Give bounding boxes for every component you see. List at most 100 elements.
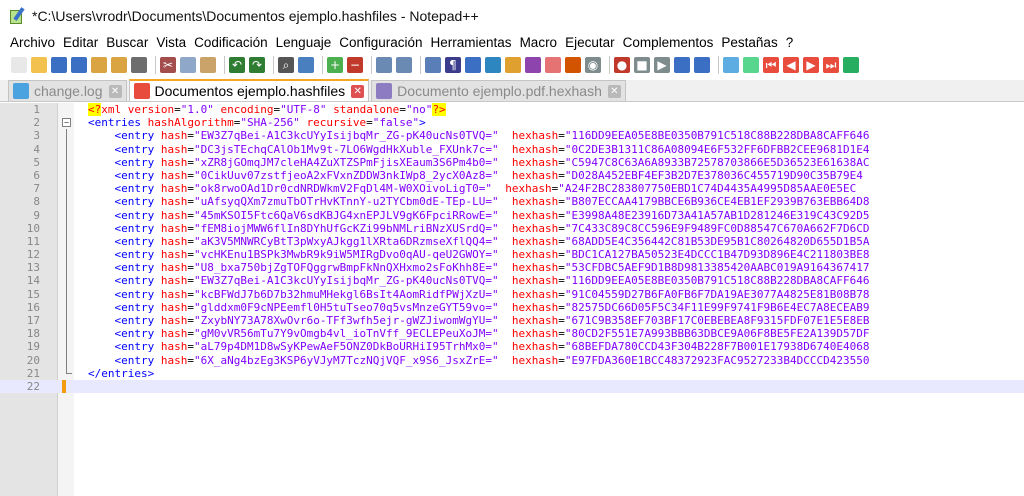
line-number: 18 bbox=[26, 327, 40, 341]
editor-line[interactable]: 6 <entry hash="0CikUuv07zstfjeoA2xFVxnZD… bbox=[0, 168, 1024, 183]
xml-attribute-name: hexhash bbox=[511, 234, 559, 248]
editor-line[interactable]: 20 <entry hash="6X_aNg4bzEg3KSP6yVJyM7Tc… bbox=[0, 353, 1024, 367]
editor-line[interactable]: 19 <entry hash="aL79p4DM1D8wSyKPewAeF5ON… bbox=[0, 340, 1024, 354]
zoom-out-button[interactable]: − bbox=[347, 57, 363, 73]
doc-map-button[interactable] bbox=[505, 57, 521, 73]
xml-attribute-name: hash bbox=[160, 300, 188, 314]
editor-line[interactable]: 13 <entry hash="U8_bxa750bjZgTOFQggrwBmp… bbox=[0, 261, 1024, 275]
line-content: <entry hash="uAfsyqQXm7zmuTbOTrHvKTnnY-u… bbox=[88, 195, 869, 209]
fold-toggle-icon[interactable]: − bbox=[62, 118, 71, 128]
show-all-characters-button[interactable]: ¶ bbox=[445, 57, 461, 73]
plugin-settings-button[interactable] bbox=[843, 57, 859, 73]
xml-tag: <entry bbox=[88, 314, 155, 327]
xml-equals: = bbox=[558, 327, 565, 341]
close-tab-icon[interactable]: ✕ bbox=[108, 84, 122, 98]
hexhash-value: "116DD9EEA05E8BE0350B791C518C88B228DBA8C… bbox=[564, 274, 870, 288]
editor-line[interactable]: 17 <entry hash="ZxybNY73A78XwOvr6o-TFf3w… bbox=[0, 314, 1024, 328]
indent-guide-button[interactable] bbox=[465, 57, 481, 73]
editor-line[interactable]: 1 <?xml version="1.0" encoding="UTF-8" st… bbox=[0, 103, 1024, 116]
menu-codificaci-n[interactable]: Codificación bbox=[194, 35, 268, 50]
editor-line[interactable]: 18 <entry hash="gM0vVR56mTu7Y9vOmgb4vl_i… bbox=[0, 327, 1024, 341]
zoom-out-icon: − bbox=[349, 58, 361, 72]
open-file-button[interactable] bbox=[31, 57, 47, 73]
editor-line[interactable]: 21 </entries> bbox=[0, 366, 1024, 380]
editor-line[interactable]: 3 <entry hash="EW3Z7qBei-A1C3kcUYyIsijbq… bbox=[0, 129, 1024, 143]
save-all-button[interactable] bbox=[71, 57, 87, 73]
user-language-button[interactable] bbox=[485, 57, 501, 73]
editor-line[interactable]: 4 <entry hash="DC3jsTEchqCAlOb1Mv9t-7LO6… bbox=[0, 142, 1024, 156]
editor-line[interactable]: 12 <entry hash="vcHKEnu1BSPk3MwbR9k9iW5M… bbox=[0, 248, 1024, 262]
hash-value: "fEM8iojMWW6flIn8DYhUfGcKZi99bNMLriBNzXU… bbox=[193, 221, 499, 235]
editor-line[interactable]: 8 <entry hash="uAfsyqQXm7zmuTbOTrHvKTnnY… bbox=[0, 195, 1024, 209]
tab-documentos-ejemplo-hashfiles[interactable]: Documentos ejemplo.hashfiles ✕ bbox=[128, 79, 370, 101]
new-file-button[interactable] bbox=[11, 57, 27, 73]
paste-button[interactable] bbox=[200, 57, 216, 73]
plugin-first-diff-button[interactable]: ⏮ bbox=[763, 57, 779, 73]
menu-vista[interactable]: Vista bbox=[156, 35, 186, 50]
plugin-compare-button[interactable] bbox=[723, 57, 739, 73]
close-tab-icon[interactable]: ✕ bbox=[351, 84, 365, 98]
word-wrap-button[interactable] bbox=[425, 57, 441, 73]
run-macro-multiple-button[interactable] bbox=[674, 57, 690, 73]
monitoring-icon: ◉ bbox=[587, 58, 599, 72]
editor-line[interactable]: 22 bbox=[0, 379, 1024, 394]
zoom-in-button[interactable]: + bbox=[327, 57, 343, 73]
editor-line[interactable]: 11 <entry hash="aK3V5MNWRCyBtT3pWxyAJkgg… bbox=[0, 234, 1024, 249]
close-tab-icon[interactable]: ✕ bbox=[607, 84, 621, 98]
menu-editar[interactable]: Editar bbox=[63, 35, 98, 50]
xml-equals: = bbox=[187, 195, 194, 209]
hash-value: "uAfsyqQXm7zmuTbOTrHvKTnnY-u2TYCbm0dE-TE… bbox=[193, 195, 499, 209]
undo-button[interactable]: ↶ bbox=[229, 57, 245, 73]
plugin-compare-clear-button[interactable] bbox=[743, 57, 759, 73]
menu-complementos[interactable]: Complementos bbox=[623, 35, 714, 50]
menu-ejecutar[interactable]: Ejecutar bbox=[565, 35, 615, 50]
editor-line[interactable]: 16 <entry hash="glddxm0F9cNPEemfl0H5tuTs… bbox=[0, 300, 1024, 314]
menu-pesta-as[interactable]: Pestañas bbox=[721, 35, 777, 50]
menu-archivo[interactable]: Archivo bbox=[10, 35, 55, 50]
editor-line[interactable]: 10 <entry hash="fEM8iojMWW6flIn8DYhUfGcK… bbox=[0, 221, 1024, 235]
fold-guide bbox=[66, 300, 67, 314]
menu-buscar[interactable]: Buscar bbox=[106, 35, 148, 50]
menu-macro[interactable]: Macro bbox=[520, 35, 558, 50]
folder-workspace-button[interactable] bbox=[545, 57, 561, 73]
close-all-button[interactable] bbox=[111, 57, 127, 73]
redo-button[interactable]: ↷ bbox=[249, 57, 265, 73]
editor-line[interactable]: 5 <entry hash="xZR8jGOmqJM7cleHA4ZuXTZSP… bbox=[0, 155, 1024, 169]
cut-button[interactable]: ✂ bbox=[160, 57, 176, 73]
record-macro-button[interactable]: ● bbox=[614, 57, 630, 73]
menu-lenguaje[interactable]: Lenguaje bbox=[276, 35, 332, 50]
plugin-last-diff-button[interactable]: ⏭ bbox=[823, 57, 839, 73]
editor-lines[interactable]: 1 <?xml version = "1.0" encoding = "UTF-8" st… bbox=[0, 103, 1024, 394]
tab-change-log[interactable]: change.log ✕ bbox=[8, 80, 127, 101]
tab-documento-ejemplo-pdf-hexhash[interactable]: Documento ejemplo.pdf.hexhash ✕ bbox=[371, 80, 626, 101]
editor-line[interactable]: 7 <entry hash="ok8rwoOAd1Dr0cdNRDWkmV2Fq… bbox=[0, 182, 1024, 196]
sync-horizontal-button[interactable] bbox=[396, 57, 412, 73]
close-button[interactable] bbox=[91, 57, 107, 73]
menu-configuraci-n[interactable]: Configuración bbox=[339, 35, 422, 50]
sync-vertical-button[interactable] bbox=[376, 57, 392, 73]
editor-line[interactable]: 2 − <entries hashAlgorithm = "SHA-256" recur… bbox=[0, 116, 1024, 129]
play-macro-button[interactable]: ▶ bbox=[654, 57, 670, 73]
save-button[interactable] bbox=[51, 57, 67, 73]
stop-macro-button[interactable]: ■ bbox=[634, 57, 650, 73]
plugin-next-diff-button[interactable]: ▶ bbox=[803, 57, 819, 73]
menu-help[interactable]: ? bbox=[786, 35, 794, 50]
hash-value: "0CikUuv07zstfjeoA2xFVxnZDDW3nkIWp8_2ycX… bbox=[193, 168, 499, 182]
editor-line[interactable]: 15 <entry hash="kcBFWdJ7b6D7b32hmuMHekgl… bbox=[0, 287, 1024, 301]
editor[interactable]: 1 <?xml version = "1.0" encoding = "UTF-8" st… bbox=[0, 103, 1024, 496]
function-list-button[interactable] bbox=[525, 57, 541, 73]
doc-list-button[interactable] bbox=[565, 57, 581, 73]
plugin-prev-diff-button[interactable]: ◀ bbox=[783, 57, 799, 73]
save-macro-button[interactable] bbox=[694, 57, 710, 73]
editor-line[interactable]: 9 <entry hash="45mKSOI5Ftc6QaV6sdKBJG4xn… bbox=[0, 208, 1024, 222]
monitoring-button[interactable]: ◉ bbox=[585, 57, 601, 73]
editor-line[interactable]: 14 <entry hash="EW3Z7qBei-A1C3kcUYyIsijb… bbox=[0, 274, 1024, 288]
hexhash-value: "68ADD5E4C356442C81B53DE95B1C80264820D65… bbox=[564, 234, 870, 248]
replace-button[interactable] bbox=[298, 57, 314, 73]
copy-button[interactable] bbox=[180, 57, 196, 73]
xml-equals: = bbox=[187, 353, 194, 367]
xml-tag: <entry bbox=[88, 248, 155, 262]
menu-herramientas[interactable]: Herramientas bbox=[431, 35, 512, 50]
print-button[interactable] bbox=[131, 57, 147, 73]
find-button[interactable]: ⌕ bbox=[278, 57, 294, 73]
